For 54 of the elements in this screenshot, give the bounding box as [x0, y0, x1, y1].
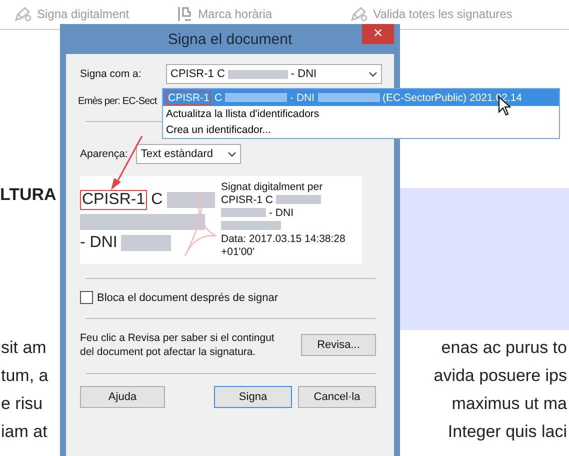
text-fragment: +01'00': [221, 246, 254, 258]
highlighted-text: CPISR-1: [166, 90, 212, 104]
blurred-text: [276, 195, 321, 204]
text-fragment: Data: 2017.03.15 14:38:28: [221, 232, 346, 244]
document-heading: LTURA: [0, 185, 56, 205]
dropdown-option[interactable]: Crea un identificador...: [163, 122, 559, 138]
text-fragment: Crea un identificador...: [166, 124, 272, 136]
document-text: tum, a: [1, 366, 48, 387]
blurred-text: [318, 93, 380, 102]
appearance-dropdown[interactable]: Text estàndard: [136, 144, 241, 164]
blurred-text: [166, 192, 215, 208]
checkbox-label: Bloca el document després de signar: [97, 292, 278, 304]
text-fragment: - DNI: [290, 92, 315, 104]
highlighted-text: CPISR-1: [80, 190, 148, 210]
dropdown-option[interactable]: Actualitza la llista d'identificadors: [163, 106, 559, 122]
blurred-text: [121, 235, 172, 251]
caret-icon: [228, 152, 236, 156]
dialog-button[interactable]: Cancel·la: [298, 386, 376, 408]
text-fragment: - DNI: [290, 68, 317, 80]
text-fragment: CPISR-1 C: [221, 194, 273, 206]
close-button[interactable]: ×: [362, 24, 394, 44]
review-description: Feu clic a Revisa per saber si el contingut del document pot afectar la signatura.: [80, 331, 276, 359]
dialog-button[interactable]: Signa: [214, 386, 292, 408]
review-button[interactable]: Revisa...: [301, 334, 376, 356]
document-text: enas ac purus to: [441, 338, 567, 359]
field-label: Aparença:: [80, 148, 128, 160]
text-fragment: - DNI: [80, 234, 118, 252]
text-fragment: - DNI: [269, 206, 294, 218]
signer-dropdown[interactable]: CPISR-1 C - DNI: [166, 64, 382, 84]
text-fragment: CPISR-1 C: [170, 68, 225, 80]
blurred-text: [221, 221, 281, 230]
document-text: e risu: [1, 394, 43, 415]
dialog-button[interactable]: Ajuda: [80, 386, 165, 408]
text-fragment: Actualitza la llista d'identificadors: [166, 108, 320, 120]
blurred-text: [221, 208, 266, 217]
checkbox[interactable]: [80, 291, 93, 304]
text-fragment: (EC-SectorPublic) 2021.02.14: [382, 92, 522, 104]
blurred-text: [225, 93, 288, 102]
field-label: Signa com a:: [80, 68, 142, 80]
text-fragment: C: [151, 191, 163, 209]
text-fragment: C: [214, 92, 222, 104]
window-title: Signa el document: [168, 30, 292, 48]
document-text: maximus ut ma: [452, 394, 567, 415]
document-text: iam at: [1, 422, 48, 443]
document-text: sit am: [1, 338, 46, 359]
pen-icon: [350, 6, 368, 22]
caret-icon: [369, 72, 377, 76]
document-text: Integer quis laci: [448, 422, 567, 443]
blurred-text: [228, 70, 288, 78]
document-text: avida posuere ips: [434, 366, 567, 387]
issuer-label: Emès per: EC-Sect: [78, 96, 157, 107]
pen-icon: [14, 6, 32, 22]
text-fragment: Signat digitalment per: [221, 180, 323, 192]
stamp-icon: [177, 6, 194, 22]
